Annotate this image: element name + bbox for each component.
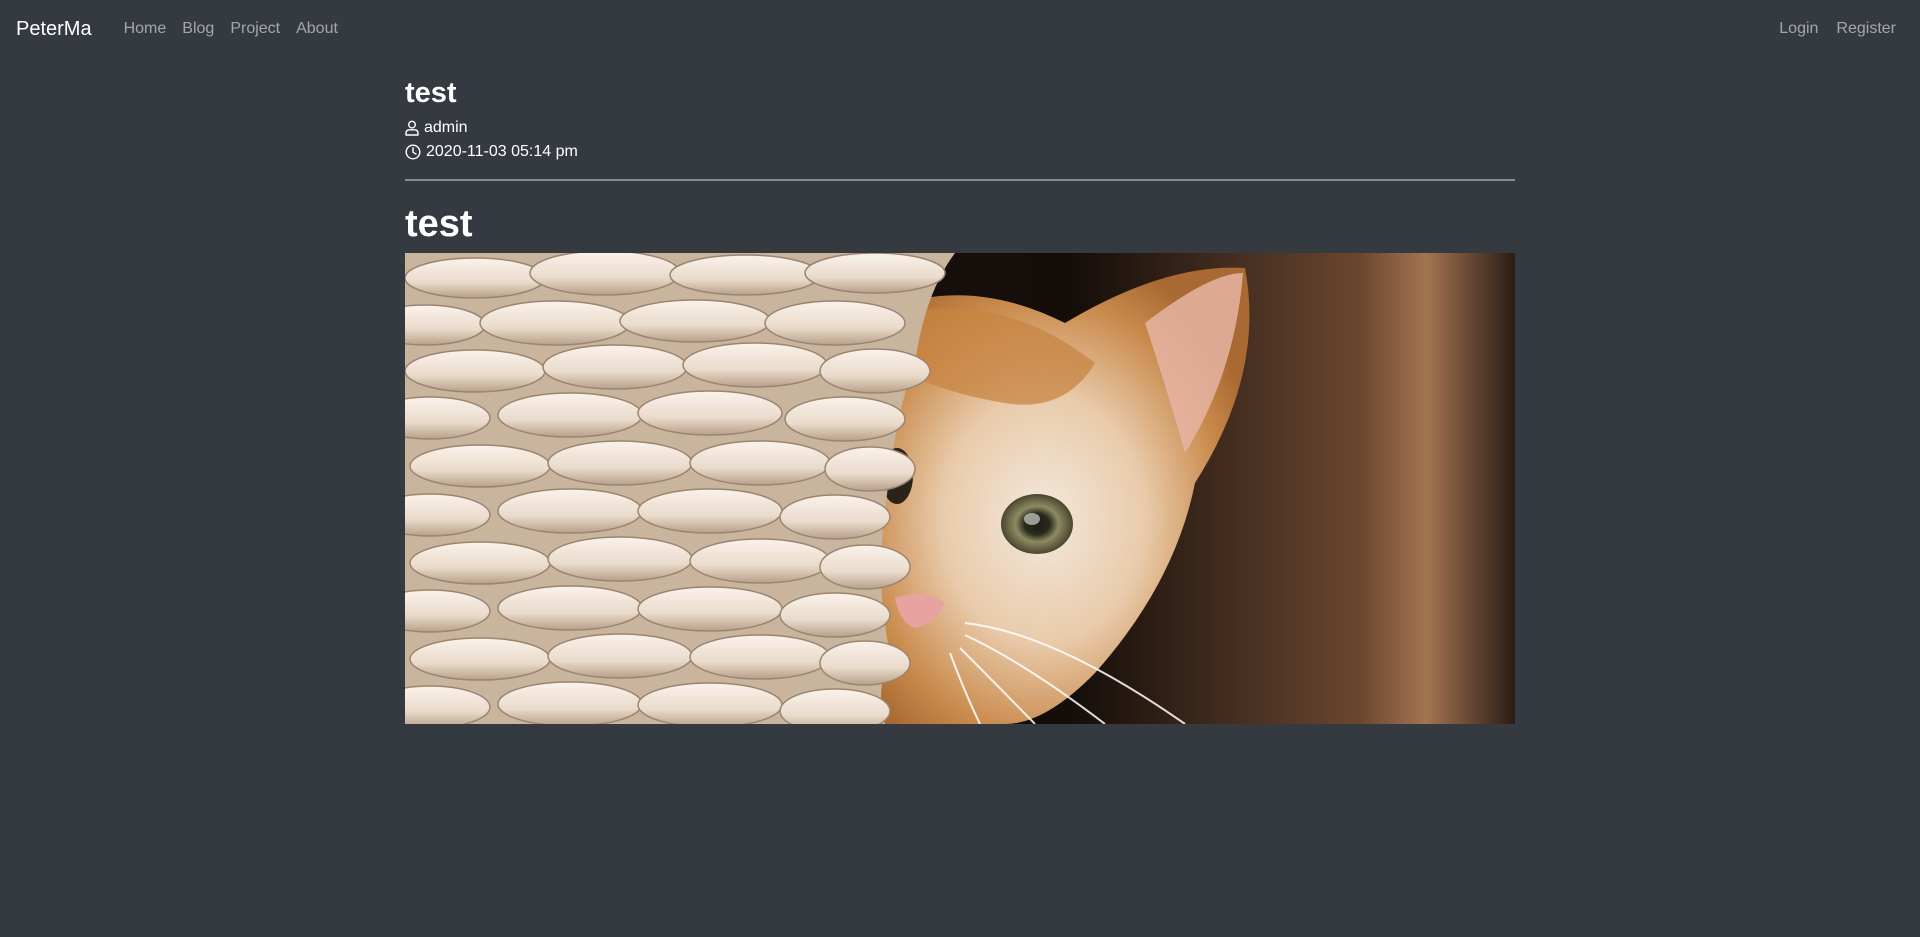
register-link[interactable]: Register [1827, 20, 1904, 38]
clock-icon [405, 144, 421, 160]
post-title: test [405, 77, 457, 109]
login-link[interactable]: Login [1770, 20, 1827, 38]
user-icon [405, 120, 419, 136]
nav-right: Login Register [1770, 20, 1904, 38]
nav-link-project[interactable]: Project [222, 20, 288, 38]
brand-link[interactable]: PeterMa [16, 18, 92, 41]
post: test admin 2020-11-03 05:14 pm test [405, 74, 1515, 724]
divider [405, 179, 1515, 181]
navbar: PeterMa Home Blog Project About Login Re… [0, 0, 1920, 58]
date-text: 2020-11-03 05:14 pm [426, 143, 578, 160]
kitten-photo [405, 253, 1515, 724]
nav-left: PeterMa Home Blog Project About [16, 18, 346, 41]
author-name: admin [424, 119, 468, 136]
nav-link-home[interactable]: Home [116, 20, 175, 38]
nav-link-about[interactable]: About [288, 20, 346, 38]
post-date: 2020-11-03 05:14 pm [405, 140, 1515, 164]
post-author: admin [405, 116, 1515, 140]
content-heading: test [405, 203, 473, 245]
nav-link-blog[interactable]: Blog [174, 20, 222, 38]
